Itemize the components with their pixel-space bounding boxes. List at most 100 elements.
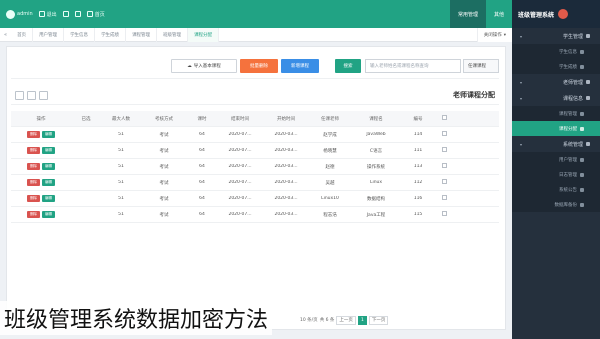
table-cell: 51 (118, 132, 124, 137)
delete-row-button[interactable]: 删除 (27, 195, 40, 202)
sidebar-item[interactable]: 日志管理 (512, 167, 600, 182)
table-cell: 操作系统 (367, 164, 385, 170)
delete-row-button[interactable]: 删除 (27, 163, 40, 170)
refresh-button[interactable] (62, 11, 69, 17)
chevron-down-icon: ▾ (520, 95, 523, 101)
sidebar-group[interactable]: ▾ 老师管理 (512, 74, 600, 90)
sidebar-item-label: 数据库备份 (554, 202, 578, 208)
edit-row-button[interactable]: 编辑 (42, 195, 55, 202)
batch-delete-button[interactable]: 批量删除 (240, 59, 278, 73)
table-cell: 114 (413, 132, 423, 137)
search-button[interactable]: 搜索 (335, 59, 361, 73)
delete-row-button[interactable]: 删除 (27, 211, 40, 218)
common-manage-button[interactable]: 常用管理 (449, 0, 486, 28)
sidebar-item[interactable]: 用户管理 (512, 152, 600, 167)
delete-row-button[interactable]: 删除 (27, 179, 40, 186)
row-actions-group: 删除 编辑 (11, 195, 71, 202)
prev-page-button[interactable]: 上一页 (336, 315, 356, 325)
row-actions: 删除 编辑 (11, 163, 71, 170)
tab-item[interactable]: 课程分配 (188, 27, 220, 42)
logout-link[interactable]: 退出 (38, 11, 57, 18)
tab-item[interactable]: 首页 (11, 27, 34, 42)
top-bar: admin 退出 首页 常用管理 其他 班级管理系统 (0, 0, 600, 28)
chevron-down-icon: ▾ (520, 141, 523, 147)
home-icon (86, 11, 93, 17)
edit-row-button[interactable]: 编辑 (42, 179, 55, 186)
table-head: 操作 已选 最大人数 考核方式 课时 结束时间 开始时间 任课老师 课程名 编号 (11, 111, 499, 127)
user-name: admin (17, 11, 33, 17)
table-cell: 2020-07... (228, 196, 252, 201)
tab-item[interactable]: 用户管理 (33, 27, 65, 42)
menu-item-icon (580, 157, 584, 162)
batch-delete-label: 批量删除 (250, 64, 268, 69)
user-menu[interactable]: admin (6, 9, 33, 19)
column-header: 已选 (81, 116, 91, 122)
sidebar-group[interactable]: ▾ 学生管理 (512, 28, 600, 44)
sidebar-item-label: 课程分配 (559, 126, 577, 132)
app-root: admin 退出 首页 常用管理 其他 班级管理系统 « 首页 用户管理 学生信… (0, 0, 600, 339)
delete-row-button[interactable]: 删除 (27, 131, 40, 138)
sidebar-item[interactable]: 数据库备份 (512, 197, 600, 212)
edit-row-button[interactable]: 编辑 (42, 211, 55, 218)
delete-row-button[interactable]: 删除 (27, 147, 40, 154)
table-cell: C语言 (369, 148, 383, 154)
row-checkbox[interactable] (441, 211, 447, 216)
search-field-label-text: 任课课程 (468, 64, 486, 69)
tab-close-menu[interactable]: 关闭操作 ▾ (476, 28, 512, 42)
logo-icon (558, 9, 569, 19)
tabs-scroll-left-icon[interactable]: « (0, 32, 11, 38)
filter-columns-icon[interactable] (15, 91, 24, 100)
sidebar-group[interactable]: ▾ 系统管理 (512, 136, 600, 152)
print-icon[interactable] (39, 91, 48, 100)
row-checkbox[interactable] (441, 195, 447, 200)
sidebar-item[interactable]: 课程管理 (512, 106, 600, 121)
table-cell: 51 (118, 180, 124, 185)
table-cell: 考试 (159, 180, 169, 186)
tab-item[interactable]: 班级管理 (157, 27, 189, 42)
add-course-button[interactable]: 新增课程 (281, 59, 319, 73)
export-icon[interactable] (27, 91, 36, 100)
search-input[interactable]: 输入老师姓名或课程名称查询 (365, 59, 461, 73)
table-cell: 考试 (159, 132, 169, 138)
tab-item[interactable]: 学生成绩 (95, 27, 127, 42)
edit-row-button[interactable]: 编辑 (42, 131, 55, 138)
row-checkbox[interactable] (441, 163, 447, 168)
add-course-label: 新增课程 (291, 64, 309, 69)
settings-button[interactable] (74, 11, 81, 17)
table-cell: 51 (118, 212, 124, 217)
home-link[interactable]: 首页 (86, 11, 105, 18)
sidebar-item[interactable]: 学生信息 (512, 44, 600, 59)
menu-icon (586, 142, 590, 146)
caption: 班级管理系统数据加密方法 (0, 301, 273, 335)
search-placeholder: 输入老师姓名或课程名称查询 (370, 64, 429, 69)
sidebar-item[interactable]: 系统公告 (512, 182, 600, 197)
table-cell: 考试 (159, 148, 169, 154)
row-checkbox[interactable] (441, 147, 447, 152)
import-course-button[interactable]: ☁ 导入基本课程 (171, 59, 237, 73)
table-cell: 51 (118, 164, 124, 169)
other-button[interactable]: 其他 (486, 0, 512, 28)
table-cell: 113 (413, 164, 423, 169)
row-checkbox[interactable] (441, 179, 447, 184)
edit-row-button[interactable]: 编辑 (42, 163, 55, 170)
table-cell (435, 195, 453, 202)
course-table: 操作 已选 最大人数 考核方式 课时 结束时间 开始时间 任课老师 课程名 编号 删除 编辑 51 考试 6… (11, 111, 499, 223)
next-page-button[interactable]: 下一页 (368, 315, 389, 325)
row-checkbox[interactable] (441, 131, 447, 136)
table-cell: 51 (118, 148, 124, 153)
tab-item[interactable]: 课程管理 (126, 27, 158, 42)
menu-icon (586, 96, 590, 100)
sidebar-group[interactable]: ▾ 课程信息 (512, 90, 600, 106)
table-cell (435, 163, 453, 170)
table-cell: 2020-03... (274, 132, 298, 137)
sidebar-item-label: 学生信息 (559, 49, 577, 55)
table-cell: 64 (199, 132, 205, 137)
tab-item[interactable]: 学生信息 (64, 27, 96, 42)
page-size-select[interactable]: 10 条/页 (300, 317, 318, 323)
sidebar-item[interactable]: 学生成绩 (512, 59, 600, 74)
search-button-label: 搜索 (343, 64, 353, 69)
edit-row-button[interactable]: 编辑 (42, 147, 55, 154)
page-number[interactable]: 1 (357, 315, 367, 325)
sidebar-item[interactable]: 课程分配 (512, 121, 600, 136)
select-all-checkbox[interactable] (441, 115, 447, 120)
